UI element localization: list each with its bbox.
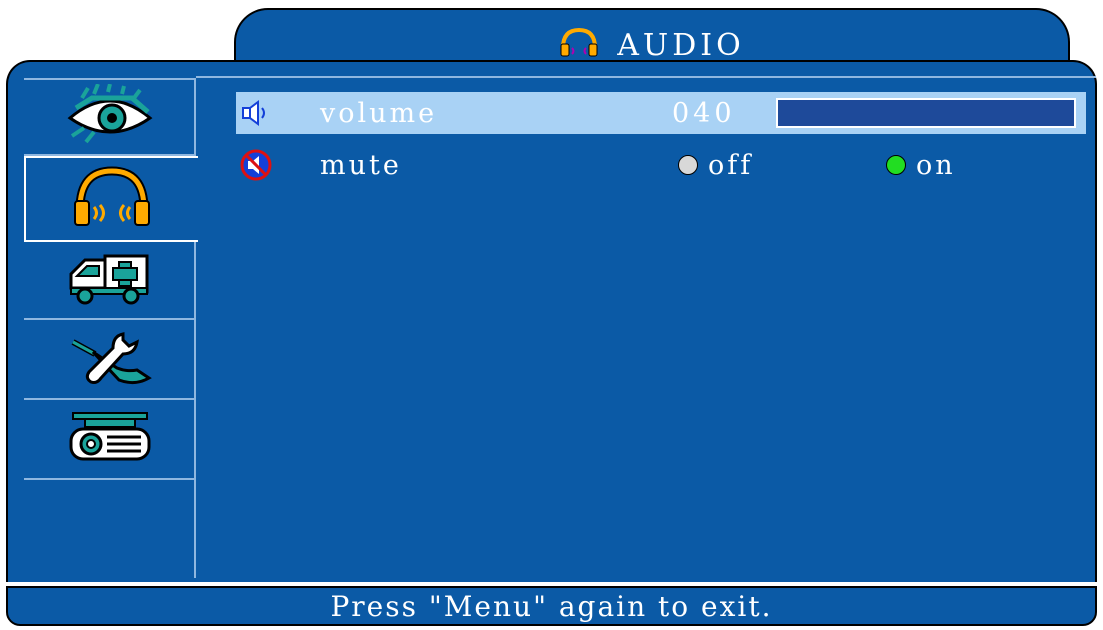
mute-icon [236,148,276,182]
volume-slider-fill [778,100,897,126]
radio-off-icon [678,155,698,175]
projector-icon [65,407,155,471]
sidebar-item-projector[interactable] [24,400,196,480]
volume-row[interactable]: volume 040 [236,92,1086,134]
mute-option-off[interactable]: off [678,150,753,181]
sidebar [24,78,198,578]
top-divider [196,76,1096,78]
mute-option-on-label: on [916,149,956,181]
volume-value: 040 [672,97,736,129]
radio-on-icon [886,155,906,175]
headphones-icon [559,26,599,64]
mute-label: mute [320,149,402,181]
page-title: AUDIO [617,27,745,63]
sidebar-item-picture[interactable] [24,80,196,156]
sidebar-item-tools[interactable] [24,320,196,400]
eye-icon [62,83,158,150]
sidebar-item-setup[interactable] [24,242,196,320]
footer-bar: Press "Menu" again to exit. [6,586,1097,626]
wrench-icon [65,326,155,392]
volume-slider[interactable] [776,98,1076,128]
volume-label: volume [320,97,438,129]
sidebar-item-audio[interactable] [24,156,198,242]
mute-option-on[interactable]: on [886,150,956,181]
mute-option-off-label: off [708,149,754,181]
mute-row[interactable]: mute off on [236,144,1086,186]
ambulance-icon [65,248,155,312]
speaker-icon [236,100,276,126]
footer-hint: Press "Menu" again to exit. [330,589,773,623]
headphones-icon [72,165,152,233]
title-content: AUDIO [236,26,1068,64]
